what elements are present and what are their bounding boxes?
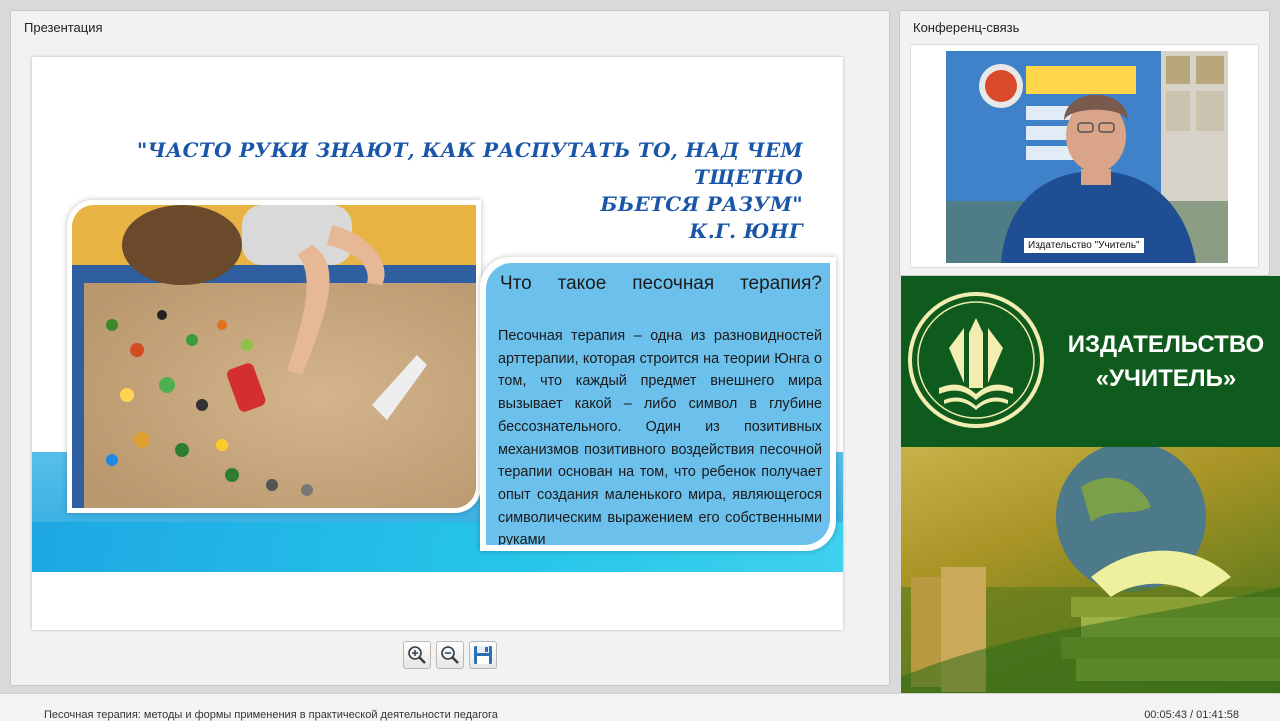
save-button[interactable] bbox=[469, 641, 497, 669]
publisher-name: ИЗДАТЕЛЬСТВО «УЧИТЕЛЬ» bbox=[1061, 328, 1271, 396]
zoom-out-button[interactable] bbox=[436, 641, 464, 669]
publisher-logo-area: ИЗДАТЕЛЬСТВО «УЧИТЕЛЬ» bbox=[901, 276, 1280, 447]
player-footer: Песочная терапия: методы и формы примене… bbox=[0, 693, 1280, 721]
publisher-name-line-1: ИЗДАТЕЛЬСТВО bbox=[1067, 331, 1265, 358]
therapy-info-box-frame: Что такое песочная терапия? Песочная тер… bbox=[480, 257, 836, 551]
therapy-info-title: Что такое песочная терапия? bbox=[500, 273, 822, 294]
zoom-in-icon bbox=[408, 646, 426, 664]
webinar-title: Песочная терапия: методы и формы примене… bbox=[44, 709, 498, 721]
conference-panel-title: Конференц-связь bbox=[913, 20, 1020, 35]
zoom-out-icon bbox=[441, 646, 459, 664]
playback-time: 00:05:43 / 01:41:58 bbox=[1144, 709, 1239, 721]
zoom-in-button[interactable] bbox=[403, 641, 431, 669]
publisher-books-image bbox=[901, 442, 1280, 696]
camera-frame: Издательство "Учитель" bbox=[910, 44, 1259, 268]
save-icon bbox=[474, 646, 492, 664]
therapy-info-box: Что такое песочная терапия? Песочная тер… bbox=[486, 263, 830, 545]
sandbox-photo-frame bbox=[67, 200, 481, 513]
presentation-panel-title: Презентация bbox=[24, 20, 103, 35]
presentation-panel: Презентация "ЧАСТО РУКИ ЗНАЮТ, КАК РАСПУ… bbox=[10, 10, 890, 686]
camera-video[interactable]: Издательство "Учитель" bbox=[946, 51, 1228, 263]
therapy-info-text: Песочная терапия – одна из разновидносте… bbox=[498, 328, 822, 545]
quote-line-1: "ЧАСТО РУКИ ЗНАЮТ, КАК РАСПУТАТЬ ТО, НАД… bbox=[136, 138, 803, 189]
publisher-banner: ИЗДАТЕЛЬСТВО «УЧИТЕЛЬ» bbox=[901, 276, 1280, 696]
publisher-name-line-2: «УЧИТЕЛЬ» bbox=[1095, 365, 1237, 392]
sandbox-photo bbox=[72, 205, 476, 508]
conference-panel: Конференц-связь Издательство "Учитель" bbox=[899, 10, 1270, 276]
camera-caption: Издательство "Учитель" bbox=[1024, 238, 1144, 253]
publisher-logo-icon bbox=[908, 292, 1044, 428]
slide: "ЧАСТО РУКИ ЗНАЮТ, КАК РАСПУТАТЬ ТО, НАД… bbox=[32, 57, 843, 630]
